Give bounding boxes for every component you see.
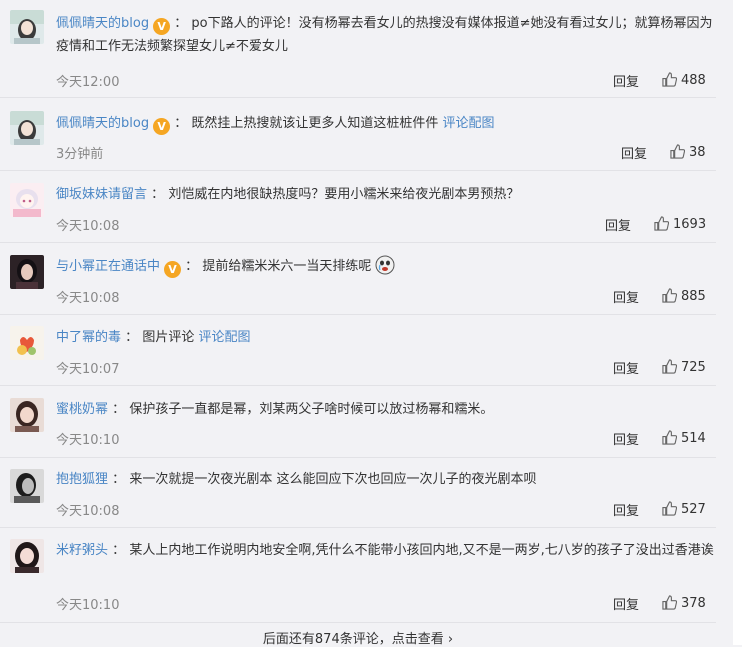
avatar[interactable] bbox=[10, 183, 44, 217]
comment-item: 抱抱狐狸 ： 来一次就提一次夜光剧本 这么能回应下次也回应一次儿子的夜光剧本呗 … bbox=[0, 457, 716, 528]
comment-time: 今天10:10 bbox=[56, 433, 120, 448]
comment-text: 提前给糯米米六一当天排练呢 bbox=[202, 259, 372, 274]
thumbs-up-icon bbox=[662, 72, 678, 87]
like-count: 378 bbox=[681, 596, 706, 611]
verified-badge-icon: V bbox=[153, 118, 171, 135]
thumbs-up-icon bbox=[662, 595, 678, 610]
more-comments-link[interactable]: 后面还有874条评论，点击查看 › bbox=[0, 628, 716, 647]
like-button[interactable]: 514 bbox=[662, 430, 706, 446]
comment-item: 佩佩晴天的blog V ： 既然挂上热搜就该让更多人知道这桩桩件件 评论配图 3分… bbox=[0, 97, 716, 171]
separator: ： bbox=[151, 187, 165, 202]
avatar[interactable] bbox=[10, 398, 44, 432]
reply-button[interactable]: 回复 bbox=[605, 215, 631, 234]
comment-time: 今天10:08 bbox=[56, 504, 120, 519]
comment-time: 今天10:10 bbox=[56, 598, 120, 613]
comment-time: 3分钟前 bbox=[56, 147, 104, 162]
avatar[interactable] bbox=[10, 469, 44, 503]
comment-text: 图片评论 bbox=[142, 330, 195, 345]
comment-item: 与小幂正在通话中 V ： 提前给糯米米六一当天排练呢 今天10:08 回复 885 bbox=[0, 242, 716, 315]
page-edge bbox=[733, 0, 742, 645]
separator: ： bbox=[112, 543, 126, 558]
like-button[interactable]: 378 bbox=[662, 595, 706, 611]
reply-button[interactable]: 回复 bbox=[621, 143, 647, 162]
comment-item: 中了幂的毒 ： 图片评论 评论配图 今天10:07 回复 725 bbox=[0, 314, 716, 386]
like-count: 488 bbox=[681, 73, 706, 88]
like-button[interactable]: 725 bbox=[662, 359, 706, 375]
username-link[interactable]: 佩佩晴天的blog bbox=[56, 116, 149, 131]
thumbs-up-icon bbox=[662, 430, 678, 445]
like-button[interactable]: 885 bbox=[662, 288, 706, 304]
comment-line: 米籽粥头 ： 某人上内地工作说明内地安全啊,凭什么不能带小孩回内地,又不是一两岁… bbox=[56, 539, 716, 562]
like-count: 514 bbox=[681, 431, 706, 446]
comment-item: 御坂妹妹请留言 ： 刘恺威在内地很缺热度吗？要用小糯米来给夜光剧本男预热？ 今天… bbox=[0, 170, 716, 243]
reply-button[interactable]: 回复 bbox=[613, 594, 639, 613]
comment-line: 佩佩晴天的blog V ： 既然挂上热搜就该让更多人知道这桩桩件件 评论配图 bbox=[56, 112, 716, 135]
username-link[interactable]: 米籽粥头 bbox=[56, 543, 108, 558]
like-button[interactable]: 488 bbox=[662, 72, 706, 88]
thumbs-up-icon bbox=[662, 288, 678, 303]
like-count: 725 bbox=[681, 360, 706, 375]
comment-line: 御坂妹妹请留言 ： 刘恺威在内地很缺热度吗？要用小糯米来给夜光剧本男预热？ bbox=[56, 183, 716, 206]
thumbs-up-icon bbox=[662, 501, 678, 516]
comment-text: 保护孩子一直都是幂，刘某两父子啥时候可以放过杨幂和糯米。 bbox=[129, 402, 494, 417]
comment-line: 中了幂的毒 ： 图片评论 评论配图 bbox=[56, 326, 716, 349]
username-link[interactable]: 御坂妹妹请留言 bbox=[56, 187, 147, 202]
separator: ： bbox=[185, 259, 199, 274]
separator: ： bbox=[112, 402, 126, 417]
like-button[interactable]: 38 bbox=[670, 144, 706, 160]
comment-time: 今天12:00 bbox=[56, 75, 120, 90]
comment-text: 某人上内地工作说明内地安全啊,凭什么不能带小孩回内地,又不是一两岁,七八岁的孩子… bbox=[129, 543, 714, 558]
comment-line: 蜜桃奶幂 ： 保护孩子一直都是幂，刘某两父子啥时候可以放过杨幂和糯米。 bbox=[56, 398, 716, 421]
separator: ： bbox=[112, 472, 126, 487]
username-link[interactable]: 与小幂正在通话中 bbox=[56, 259, 160, 274]
thumbs-up-icon bbox=[670, 144, 686, 159]
reply-button[interactable]: 回复 bbox=[613, 429, 639, 448]
reply-button[interactable]: 回复 bbox=[613, 500, 639, 519]
comment-image-link[interactable]: 评论配图 bbox=[443, 116, 495, 131]
avatar[interactable] bbox=[10, 539, 44, 573]
avatar[interactable] bbox=[10, 10, 44, 44]
like-count: 885 bbox=[681, 289, 706, 304]
thumbs-up-icon bbox=[662, 359, 678, 374]
like-count: 1693 bbox=[673, 217, 707, 232]
reply-button[interactable]: 回复 bbox=[613, 71, 639, 90]
comment-time: 今天10:08 bbox=[56, 291, 120, 306]
thumbs-up-icon bbox=[654, 216, 670, 231]
comment-text: 既然挂上热搜就该让更多人知道这桩桩件件 bbox=[191, 116, 439, 131]
verified-badge-icon: V bbox=[153, 18, 171, 35]
comment-line: 佩佩晴天的blog V ： po下路人的评论！没有杨幂去看女儿的热搜没有媒体报道≠… bbox=[56, 12, 716, 58]
avatar[interactable] bbox=[10, 326, 44, 360]
comment-text: 来一次就提一次夜光剧本 这么能回应下次也回应一次儿子的夜光剧本呗 bbox=[129, 472, 537, 487]
verified-badge-icon: V bbox=[164, 261, 182, 278]
reply-button[interactable]: 回复 bbox=[613, 287, 639, 306]
username-link[interactable]: 蜜桃奶幂 bbox=[56, 402, 108, 417]
comment-time: 今天10:07 bbox=[56, 362, 120, 377]
separator: ： bbox=[174, 16, 188, 31]
separator: ： bbox=[125, 330, 139, 345]
avatar[interactable] bbox=[10, 255, 44, 289]
comment-image-link[interactable]: 评论配图 bbox=[198, 330, 250, 345]
reply-button[interactable]: 回复 bbox=[613, 358, 639, 377]
like-count: 527 bbox=[681, 502, 706, 517]
comment-line: 抱抱狐狸 ： 来一次就提一次夜光剧本 这么能回应下次也回应一次儿子的夜光剧本呗 bbox=[56, 468, 716, 491]
username-link[interactable]: 中了幂的毒 bbox=[56, 330, 121, 345]
like-count: 38 bbox=[689, 145, 706, 160]
username-link[interactable]: 佩佩晴天的blog bbox=[56, 16, 149, 31]
crying-face-emoji-icon bbox=[375, 255, 395, 275]
avatar[interactable] bbox=[10, 111, 44, 145]
comment-line: 与小幂正在通话中 V ： 提前给糯米米六一当天排练呢 bbox=[56, 255, 716, 278]
separator: ： bbox=[174, 116, 188, 131]
like-button[interactable]: 527 bbox=[662, 501, 706, 517]
comment-panel: 佩佩晴天的blog V ： po下路人的评论！没有杨幂去看女儿的热搜没有媒体报道≠… bbox=[0, 0, 733, 647]
comment-item: 佩佩晴天的blog V ： po下路人的评论！没有杨幂去看女儿的热搜没有媒体报道≠… bbox=[0, 0, 716, 98]
comment-time: 今天10:08 bbox=[56, 219, 120, 234]
username-link[interactable]: 抱抱狐狸 bbox=[56, 472, 108, 487]
like-button[interactable]: 1693 bbox=[654, 216, 706, 232]
comment-item: 米籽粥头 ： 某人上内地工作说明内地安全啊,凭什么不能带小孩回内地,又不是一两岁… bbox=[0, 527, 716, 623]
comment-text: 刘恺威在内地很缺热度吗？要用小糯米来给夜光剧本男预热？ bbox=[168, 187, 520, 202]
comment-item: 蜜桃奶幂 ： 保护孩子一直都是幂，刘某两父子啥时候可以放过杨幂和糯米。 今天10… bbox=[0, 385, 716, 458]
